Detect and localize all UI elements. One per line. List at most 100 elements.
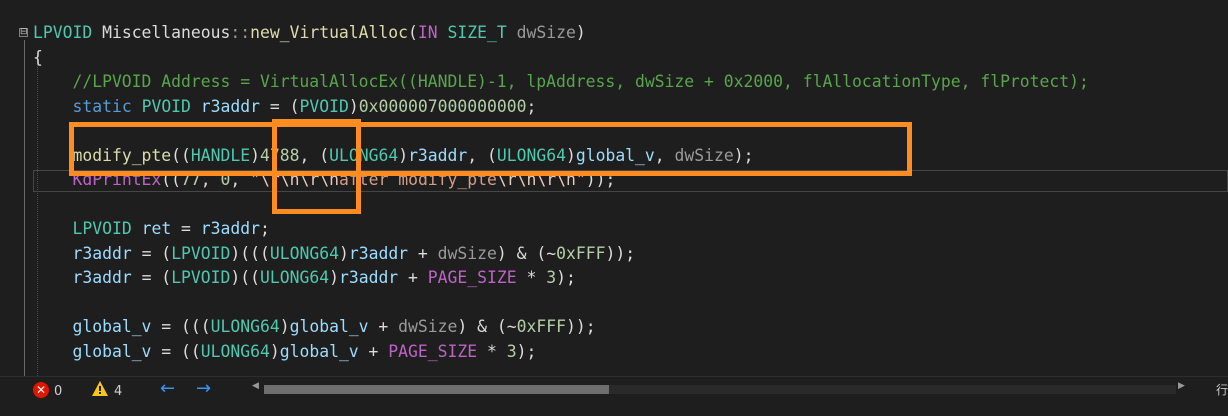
code-token: PAGE_SIZE <box>427 268 517 287</box>
code-line[interactable]: LPVOID ret = r3addr; <box>33 217 270 241</box>
code-token: r3addr <box>348 243 409 263</box>
error-count[interactable]: 0 <box>54 383 62 401</box>
code-line[interactable]: r3addr = (LPVOID)((ULONG64)r3addr + PAGE… <box>33 266 576 290</box>
code-token: ULONG64 <box>210 317 280 336</box>
code-token: PVOID <box>141 96 191 116</box>
code-token: dwSize <box>437 243 497 263</box>
navigate-forward-icon[interactable]: → <box>196 379 211 399</box>
collapse-toggle-icon[interactable]: ⊟ <box>19 28 28 37</box>
code-token: global_v <box>72 317 152 336</box>
code-token: :: <box>230 23 251 42</box>
code-token: //LPVOID Address = VirtualAllocEx((HANDL… <box>33 72 1089 91</box>
code-token: = ( <box>131 243 172 263</box>
scroll-left-icon[interactable]: ◀ <box>252 381 259 391</box>
highlight-box-modify-pte-call <box>69 122 912 176</box>
code-token: { <box>33 47 43 67</box>
code-line[interactable]: global_v = (((ULONG64)global_v + dwSize)… <box>33 315 596 339</box>
code-token: ) <box>338 243 349 263</box>
code-token: = ( <box>260 96 300 116</box>
code-token: ULONG64 <box>269 243 339 263</box>
code-token: = (( <box>151 341 201 361</box>
code-token: ULONG64 <box>260 268 330 287</box>
code-token: global_v <box>72 341 152 361</box>
code-token: = ( <box>131 268 172 287</box>
code-token: PAGE_SIZE <box>388 341 478 361</box>
scrollbar-thumb[interactable] <box>264 385 609 394</box>
code-token: )); <box>605 243 636 263</box>
code-token: ) & (~ <box>496 243 557 263</box>
code-token: r3addr <box>200 219 261 238</box>
code-editor[interactable]: ⊟ LPVOID Miscellaneous::new_VirtualAlloc… <box>0 0 1228 376</box>
code-token: + <box>408 243 438 263</box>
code-token: r3addr <box>200 96 261 116</box>
error-icon[interactable]: ✕ <box>33 382 49 398</box>
code-line[interactable]: static PVOID r3addr = (PVOID)0x000007000… <box>33 95 536 119</box>
code-token: global_v <box>279 341 359 361</box>
code-token: ( <box>408 23 418 42</box>
code-token: LPVOID <box>33 23 93 42</box>
code-token: )); <box>565 317 596 336</box>
warning-icon[interactable] <box>91 380 109 398</box>
scroll-right-icon[interactable]: ▶ <box>1178 381 1185 391</box>
code-token: + <box>358 341 389 361</box>
code-token: dwSize <box>516 23 576 42</box>
code-token: ) <box>329 268 339 287</box>
code-token: Miscellaneous <box>92 23 231 42</box>
code-token: * <box>477 341 507 361</box>
code-token: ); <box>516 341 537 361</box>
code-line[interactable]: //LPVOID Address = VirtualAllocEx((HANDL… <box>33 70 1089 94</box>
highlight-box-pid-value <box>272 119 361 214</box>
code-token: PVOID <box>299 96 349 116</box>
code-line[interactable]: LPVOID Miscellaneous::new_VirtualAlloc(I… <box>33 21 586 45</box>
code-token: + <box>368 317 399 336</box>
status-bar: ✕ 0 4 ← → ◀ ▶ 行 <box>0 376 1228 416</box>
code-token: ULONG64 <box>200 341 270 361</box>
code-token: SIZE_T <box>447 23 507 42</box>
code-token: LPVOID <box>171 243 231 263</box>
code-token: 3 <box>506 341 517 361</box>
code-line[interactable]: r3addr = (LPVOID)(((ULONG64)r3addr + dwS… <box>33 242 635 266</box>
code-token: ret <box>141 219 172 238</box>
code-token: 0x000007000000000 <box>358 96 527 116</box>
code-token: ) <box>575 23 586 42</box>
code-token: 0xFFF <box>556 243 606 263</box>
code-token: r3addr <box>338 268 399 287</box>
code-token: ) <box>279 317 290 336</box>
fold-region-line <box>24 40 25 376</box>
code-token: 3 <box>546 268 557 287</box>
warning-count[interactable]: 4 <box>114 383 122 401</box>
code-token: r3addr <box>72 268 132 287</box>
horizontal-scrollbar[interactable] <box>264 385 1176 394</box>
code-token: 0xFFF <box>516 317 566 336</box>
code-token: ) <box>348 96 359 116</box>
code-token: = ((( <box>151 317 211 336</box>
code-token: global_v <box>289 317 369 336</box>
code-token: r3addr <box>72 243 132 263</box>
code-token: static <box>72 96 132 116</box>
code-token: new_VirtualAlloc <box>250 23 409 42</box>
code-token: LPVOID <box>72 219 132 238</box>
code-line[interactable]: global_v = ((ULONG64)global_v + PAGE_SIZ… <box>33 340 536 364</box>
row-indicator: 行 <box>1216 383 1228 397</box>
code-token: = <box>171 219 201 238</box>
code-token: dwSize <box>398 317 458 336</box>
code-token: )((( <box>230 243 270 263</box>
navigate-back-icon[interactable]: ← <box>160 379 175 399</box>
code-line[interactable]: { <box>33 46 43 70</box>
code-token: ; <box>260 219 270 238</box>
code-token: ); <box>556 268 576 287</box>
code-token: + <box>398 268 428 287</box>
code-token: IN <box>417 23 438 42</box>
